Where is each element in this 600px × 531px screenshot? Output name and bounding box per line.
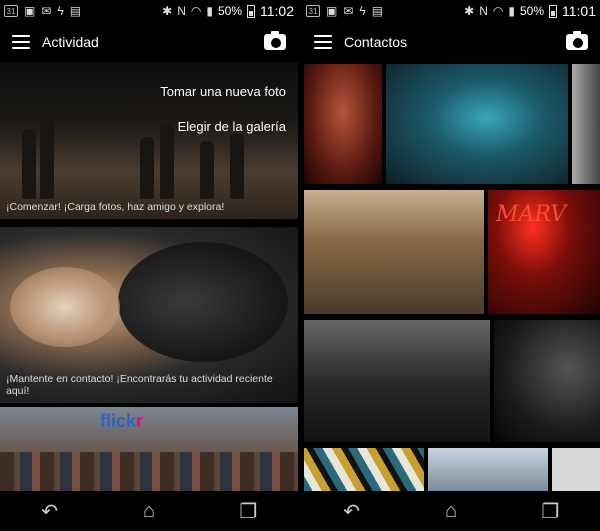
clock: 11:01 xyxy=(562,3,596,19)
card-caption: ¡Comenzar! ¡Carga fotos, haz amigo y exp… xyxy=(6,201,225,213)
photo-tile[interactable] xyxy=(304,64,382,184)
recent-apps-icon[interactable]: ❐ xyxy=(233,499,263,523)
photo-tile[interactable] xyxy=(304,448,424,491)
navigation-bar: ↶ ⌂ ❐ xyxy=(0,491,298,531)
battery-percent: 50% xyxy=(217,4,242,18)
camera-icon[interactable] xyxy=(264,31,286,50)
battery-icon xyxy=(549,4,557,18)
image-icon: ▣ xyxy=(326,4,338,18)
status-bar: 31 ▣ ✉ ϟ ▤ ✱ N ◠ ▮ 50% 11:02 xyxy=(0,0,298,22)
choose-gallery-option[interactable]: Elegir de la galería xyxy=(160,119,286,134)
welcome-card[interactable]: Tomar una nueva foto Elegir de la galerí… xyxy=(0,62,298,219)
contacts-screen: 31 ▣ ✉ ϟ ▤ ✱ N ◠ ▮ 50% 11:01 Contactos M… xyxy=(302,0,600,531)
flickr-team-card[interactable]: flickr xyxy=(0,407,298,491)
page-title: Actividad xyxy=(42,34,99,50)
nfc-icon: N xyxy=(177,4,186,18)
contact-card[interactable]: ¡Mantente en contacto! ¡Encontrarás tu a… xyxy=(0,227,298,403)
battery-percent: 50% xyxy=(519,4,544,18)
activity-screen: 31 ▣ ✉ ϟ ▤ ✱ N ◠ ▮ 50% 11:02 Actividad T… xyxy=(0,0,298,531)
status-bar: 31 ▣ ✉ ϟ ▤ ✱ N ◠ ▮ 50% 11:01 xyxy=(302,0,600,22)
back-icon[interactable]: ↶ xyxy=(35,499,65,523)
wifi-icon: ◠ xyxy=(190,4,202,18)
calendar-icon: 31 xyxy=(4,5,18,17)
signal-icon: ▮ xyxy=(206,4,213,18)
bag-icon: ▤ xyxy=(371,4,384,18)
photo-tile[interactable] xyxy=(428,448,548,491)
home-icon[interactable]: ⌂ xyxy=(436,499,466,523)
bluetooth-icon: ✱ xyxy=(464,4,475,18)
flickr-logo: flickr xyxy=(100,411,144,431)
app-bar: Actividad xyxy=(0,22,298,62)
bluetooth-icon: ✱ xyxy=(162,4,173,18)
hamburger-icon[interactable] xyxy=(12,35,30,49)
photo-tile[interactable] xyxy=(386,64,568,184)
gmail-icon: ✉ xyxy=(343,4,354,18)
photo-tile[interactable]: MARV xyxy=(488,190,600,314)
nfc-icon: N xyxy=(479,4,488,18)
neon-sign-text: MARV xyxy=(496,202,567,227)
camera-icon[interactable] xyxy=(566,31,588,50)
battery-icon xyxy=(247,4,255,18)
wifi-icon: ◠ xyxy=(492,4,504,18)
clock: 11:02 xyxy=(260,3,294,19)
take-photo-option[interactable]: Tomar una nueva foto xyxy=(160,84,286,99)
photo-tile[interactable] xyxy=(572,64,600,184)
page-title: Contactos xyxy=(344,34,408,50)
photo-tile[interactable] xyxy=(304,320,490,442)
back-icon[interactable]: ↶ xyxy=(337,499,367,523)
image-icon: ▣ xyxy=(24,4,36,18)
photo-tile[interactable] xyxy=(552,448,600,491)
photo-options-menu: Tomar una nueva foto Elegir de la galerí… xyxy=(160,84,286,154)
calendar-icon: 31 xyxy=(306,5,320,17)
recent-apps-icon[interactable]: ❐ xyxy=(535,499,565,523)
activity-feed[interactable]: Tomar una nueva foto Elegir de la galerí… xyxy=(0,62,298,491)
signal-icon: ▮ xyxy=(508,4,515,18)
bag-icon: ▤ xyxy=(69,4,82,18)
app-bar: Contactos xyxy=(302,22,600,62)
card-caption: ¡Mantente en contacto! ¡Encontrarás tu a… xyxy=(6,373,273,397)
navigation-bar: ↶ ⌂ ❐ xyxy=(302,491,600,531)
home-icon[interactable]: ⌂ xyxy=(134,499,164,523)
photo-tile[interactable] xyxy=(304,190,484,314)
lightning-icon: ϟ xyxy=(359,4,366,18)
lightning-icon: ϟ xyxy=(57,4,64,18)
hamburger-icon[interactable] xyxy=(314,35,332,49)
contacts-photo-grid[interactable]: MARV xyxy=(302,62,600,491)
photo-tile[interactable] xyxy=(494,320,600,442)
gmail-icon: ✉ xyxy=(41,4,52,18)
